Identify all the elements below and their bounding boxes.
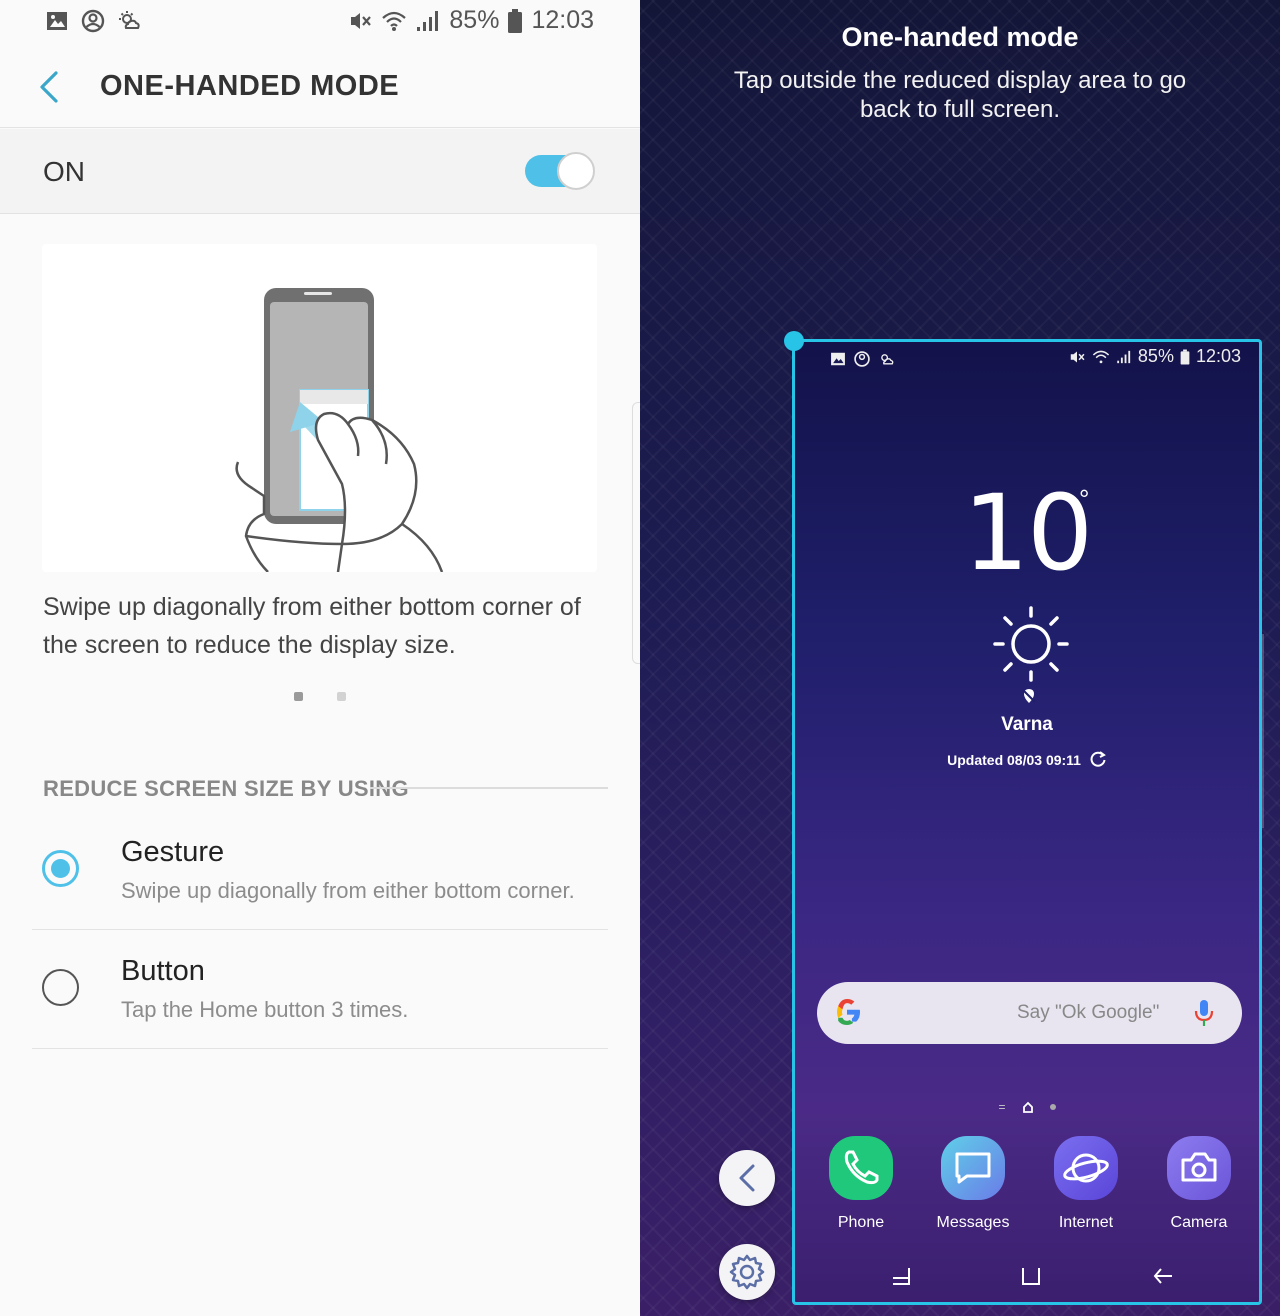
weather-notification-icon <box>881 354 894 365</box>
option-subtitle: Tap the Home button 3 times. <box>121 997 409 1022</box>
google-logo-icon <box>837 999 860 1025</box>
camera-icon <box>1167 1136 1231 1200</box>
section-title: REDUCE SCREEN SIZE BY USING <box>43 776 409 801</box>
clock: 12:03 <box>531 6 594 34</box>
home-pager: = <box>795 1100 1259 1114</box>
gallery-notification-icon <box>831 352 845 366</box>
pager-dot[interactable] <box>337 692 346 701</box>
status-bar: 85% 12:03 <box>0 0 640 44</box>
weather-notification-icon <box>119 11 140 29</box>
refresh-icon[interactable] <box>1089 750 1107 768</box>
app-internet[interactable]: Internet <box>1036 1136 1136 1232</box>
app-label: Internet <box>1058 1214 1114 1231</box>
mute-icon <box>1070 350 1085 363</box>
mini-status-bar: 85% 12:03 <box>795 342 1259 376</box>
option-title: Gesture <box>121 836 225 868</box>
degree-symbol: ° <box>1079 484 1090 514</box>
app-label: Camera <box>1170 1214 1228 1231</box>
microphone-icon[interactable] <box>1193 998 1215 1028</box>
gesture-illustration <box>42 244 597 572</box>
one-handed-preview[interactable]: One-handed mode Tap outside the reduced … <box>640 0 1280 1316</box>
search-hint: Say "Ok Google" <box>1017 1002 1160 1023</box>
app-phone[interactable]: Phone <box>811 1136 911 1232</box>
weather-city: Varna <box>1001 714 1053 735</box>
button-radio[interactable] <box>42 969 79 1006</box>
sunny-weather-icon[interactable] <box>991 604 1071 684</box>
recents-icon[interactable] <box>889 1264 913 1288</box>
battery-icon <box>508 8 523 33</box>
battery-percent: 85% <box>1137 346 1174 366</box>
page-title: ONE-HANDED MODE <box>100 70 400 102</box>
gear-icon <box>729 1254 765 1290</box>
edge-panel-handle[interactable] <box>632 402 640 664</box>
battery-icon <box>1180 349 1190 364</box>
updated-text: Updated 08/03 09:11 <box>947 752 1081 768</box>
app-camera[interactable]: Camera <box>1149 1136 1249 1232</box>
weather-temperature[interactable]: 10 <box>795 472 1259 594</box>
back-icon[interactable] <box>1151 1264 1175 1288</box>
overlay-subtitle: Tap outside the reduced display area to … <box>733 67 1187 123</box>
app-dock: Phone Messages Internet Camera <box>795 1136 1259 1236</box>
account-notification-icon <box>854 351 870 367</box>
wifi-icon <box>1092 350 1110 363</box>
app-bar: ONE-HANDED MODE <box>0 44 640 128</box>
chevron-left-icon <box>739 1164 755 1192</box>
location-off-icon <box>1022 689 1036 703</box>
mute-icon <box>351 12 372 29</box>
switch-label: ON <box>43 156 85 187</box>
one-handed-toggle[interactable] <box>525 152 595 190</box>
home-page-icon[interactable] <box>1022 1101 1034 1113</box>
menu-page-icon[interactable]: = <box>998 1100 1005 1114</box>
battery-percent: 85% <box>449 6 500 34</box>
hand-phone-illustration-icon <box>235 288 444 572</box>
weather-updated: Updated 08/03 09:11 <box>795 750 1259 768</box>
reduced-screen[interactable]: 85% 12:03 10 ° Varna Updated 08/03 09:11 <box>792 339 1262 1305</box>
signal-icon <box>417 10 439 31</box>
phone-icon <box>829 1136 893 1200</box>
app-label: Messages <box>936 1214 1010 1231</box>
section-divider <box>370 787 608 789</box>
google-search-bar[interactable]: Say "Ok Google" <box>817 982 1242 1044</box>
home-button-icon[interactable] <box>1019 1264 1043 1288</box>
account-notification-icon <box>81 9 105 33</box>
overlay-title: One-handed mode <box>841 22 1079 52</box>
option-button[interactable]: Button Tap the Home button 3 times. <box>32 931 608 1049</box>
switch-side-button[interactable] <box>719 1150 775 1206</box>
resize-handle[interactable] <box>784 331 804 351</box>
toggle-knob <box>557 152 595 190</box>
messages-icon <box>941 1136 1005 1200</box>
settings-panel: 85% 12:03 ONE-HANDED MODE ON Swipe up di… <box>0 0 640 1316</box>
internet-icon <box>1054 1136 1118 1200</box>
illustration-pager <box>294 692 346 701</box>
app-messages[interactable]: Messages <box>923 1136 1023 1232</box>
app-label: Phone <box>837 1214 885 1231</box>
settings-button[interactable] <box>719 1244 775 1300</box>
option-subtitle: Swipe up diagonally from either bottom c… <box>121 878 575 903</box>
signal-icon <box>1117 350 1131 363</box>
option-gesture[interactable]: Gesture Swipe up diagonally from either … <box>32 812 608 930</box>
gesture-description: Swipe up diagonally from either bottom c… <box>43 593 581 659</box>
gallery-notification-icon <box>47 12 67 30</box>
wifi-icon <box>382 11 407 31</box>
option-title: Button <box>121 955 205 987</box>
mini-navigation-bar <box>795 1258 1259 1298</box>
back-arrow-icon[interactable] <box>32 66 68 106</box>
clock: 12:03 <box>1195 346 1241 366</box>
pager-dot[interactable] <box>294 692 303 701</box>
gesture-radio[interactable] <box>42 850 79 887</box>
master-switch-row[interactable]: ON <box>0 129 640 214</box>
page-dot[interactable] <box>1049 1104 1056 1110</box>
